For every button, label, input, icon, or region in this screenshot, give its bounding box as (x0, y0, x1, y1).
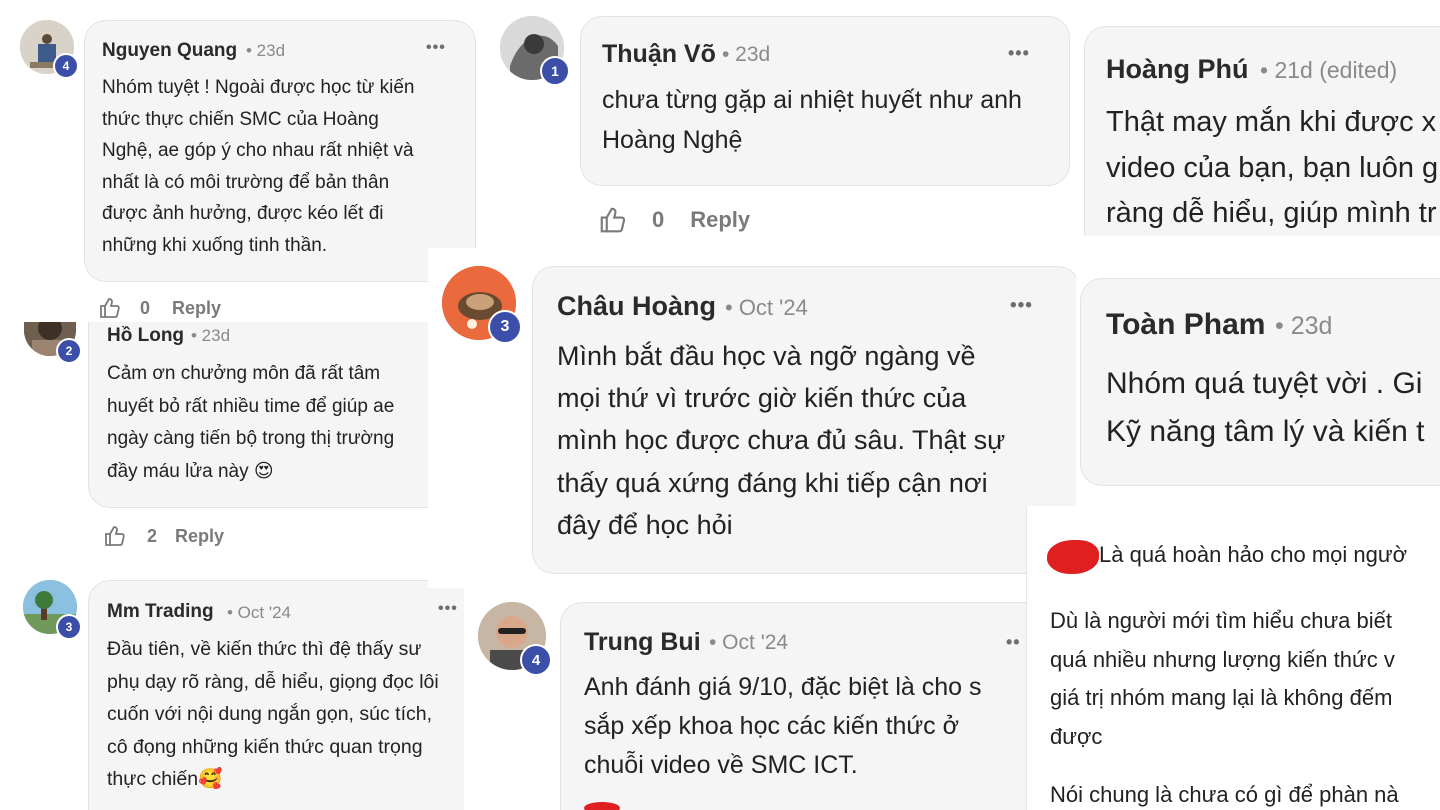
comment-screenshot-toan-pham: Toàn Pham • 23d Nhóm quá tuyệt vời . Gi … (1076, 236, 1440, 506)
more-options-button[interactable]: ••• (1010, 295, 1033, 317)
commenter-name[interactable]: Nguyen Quang (102, 40, 237, 62)
commenter-name[interactable]: Hoàng Phú (1106, 54, 1249, 85)
comment-text: Nhóm quá tuyệt vời . Gi Kỹ năng tâm lý v… (1106, 367, 1425, 448)
comment-text: Thật may mắn khi được x video của bạn, b… (1106, 106, 1439, 229)
commenter-name[interactable]: Trung Bui (584, 628, 701, 657)
comment-timestamp[interactable]: • Oct '24 (725, 295, 808, 321)
like-count: 0 (140, 297, 151, 318)
comment-actions: 2 Reply (103, 524, 224, 548)
commenter-name[interactable]: Châu Hoàng (557, 291, 716, 322)
reply-button[interactable]: Reply (172, 298, 221, 319)
post-paragraph: Dù là người mới tìm hiểu chưa biết quá n… (1050, 608, 1395, 749)
more-options-button[interactable]: ••• (438, 600, 458, 618)
comment-actions: 0 Reply (98, 296, 221, 320)
redaction-mark (1047, 540, 1099, 574)
comment-text: Anh đánh giá 9/10, đặc biệt là cho s sắp… (584, 673, 982, 779)
comment-text: Đầu tiên, về kiến thức thì đệ thấy sư ph… (107, 638, 439, 790)
thumbs-up-icon[interactable] (598, 205, 628, 235)
review-post-screenshot: Là quá hoàn hảo cho mọi ngườ Dù là người… (1026, 506, 1440, 810)
comment-timestamp[interactable]: • Oct '24 (709, 631, 788, 655)
redaction-mark (584, 802, 620, 810)
commenter-name[interactable]: Hồ Long (107, 325, 184, 347)
reply-button[interactable]: Reply (690, 207, 750, 233)
more-options-button[interactable]: •• (1006, 632, 1021, 653)
comment-timestamp[interactable]: • 23d (191, 326, 230, 346)
comment-screenshot-ho-long: 2 Hồ Long • 23d Cảm ơn chưởng môn đã rất… (0, 322, 428, 572)
comment-timestamp[interactable]: • Oct '24 (227, 603, 291, 623)
post-first-line: Là quá hoàn hảo cho mọi ngườ (1099, 542, 1408, 567)
comment-screenshot-nguyen-quang: 4 Nguyen Quang • 23d ••• Nhóm tuyệt ! Ng… (0, 0, 478, 322)
commenter-name[interactable]: Mm Trading (107, 601, 214, 623)
comment-screenshot-hoang-phu: Hoàng Phú • 21d (edited) Thật may mắn kh… (1076, 0, 1440, 236)
more-options-button[interactable]: ••• (1008, 43, 1030, 64)
commenter-name[interactable]: Thuận Võ (602, 40, 716, 69)
comment-screenshot-trung-bui: 4 Trung Bui • Oct '24 •• Anh đánh giá 9/… (464, 588, 1026, 810)
thumbs-up-icon[interactable] (103, 524, 127, 548)
comment-text: chưa từng gặp ai nhiệt huyết như anh Hoà… (602, 86, 1022, 154)
post-last-line: Nói chung là chưa có gì để phàn nà (1050, 782, 1399, 807)
comment-text: Cảm ơn chưởng môn đã rất tâm huyết bỏ rấ… (107, 363, 395, 482)
level-badge: 2 (56, 338, 82, 364)
thumbs-up-icon[interactable] (98, 296, 122, 320)
more-options-button[interactable]: ••• (426, 39, 446, 57)
comment-text: Mình bắt đầu học và ngỡ ngàng về mọi thứ… (557, 341, 1006, 540)
commenter-name[interactable]: Toàn Pham (1106, 308, 1265, 342)
level-badge: 4 (520, 644, 552, 676)
comment-timestamp[interactable]: • 23d (1275, 312, 1332, 341)
level-badge: 3 (56, 614, 82, 640)
level-badge: 3 (488, 310, 522, 344)
comment-screenshot-thuan-vo: 1 Thuận Võ • 23d ••• chưa từng gặp ai nh… (478, 0, 1076, 248)
comment-timestamp[interactable]: • 23d (722, 43, 770, 67)
comment-screenshot-chau-hoang: 3 Châu Hoàng • Oct '24 ••• Mình bắt đầu … (428, 248, 1076, 588)
comment-actions: 0 Reply (598, 205, 750, 235)
like-count: 2 (147, 525, 158, 546)
comment-timestamp[interactable]: • 23d (246, 41, 285, 61)
like-count: 0 (652, 207, 665, 232)
comment-timestamp[interactable]: • 21d (edited) (1260, 57, 1397, 84)
reply-button[interactable]: Reply (175, 526, 224, 547)
comment-screenshot-mm-trading: 3 Mm Trading • Oct '24 ••• Đầu tiên, về … (0, 572, 464, 810)
level-badge: 1 (540, 56, 570, 86)
comment-text: Nhóm tuyệt ! Ngoài được học từ kiến thức… (102, 77, 415, 256)
level-badge: 4 (53, 53, 79, 79)
